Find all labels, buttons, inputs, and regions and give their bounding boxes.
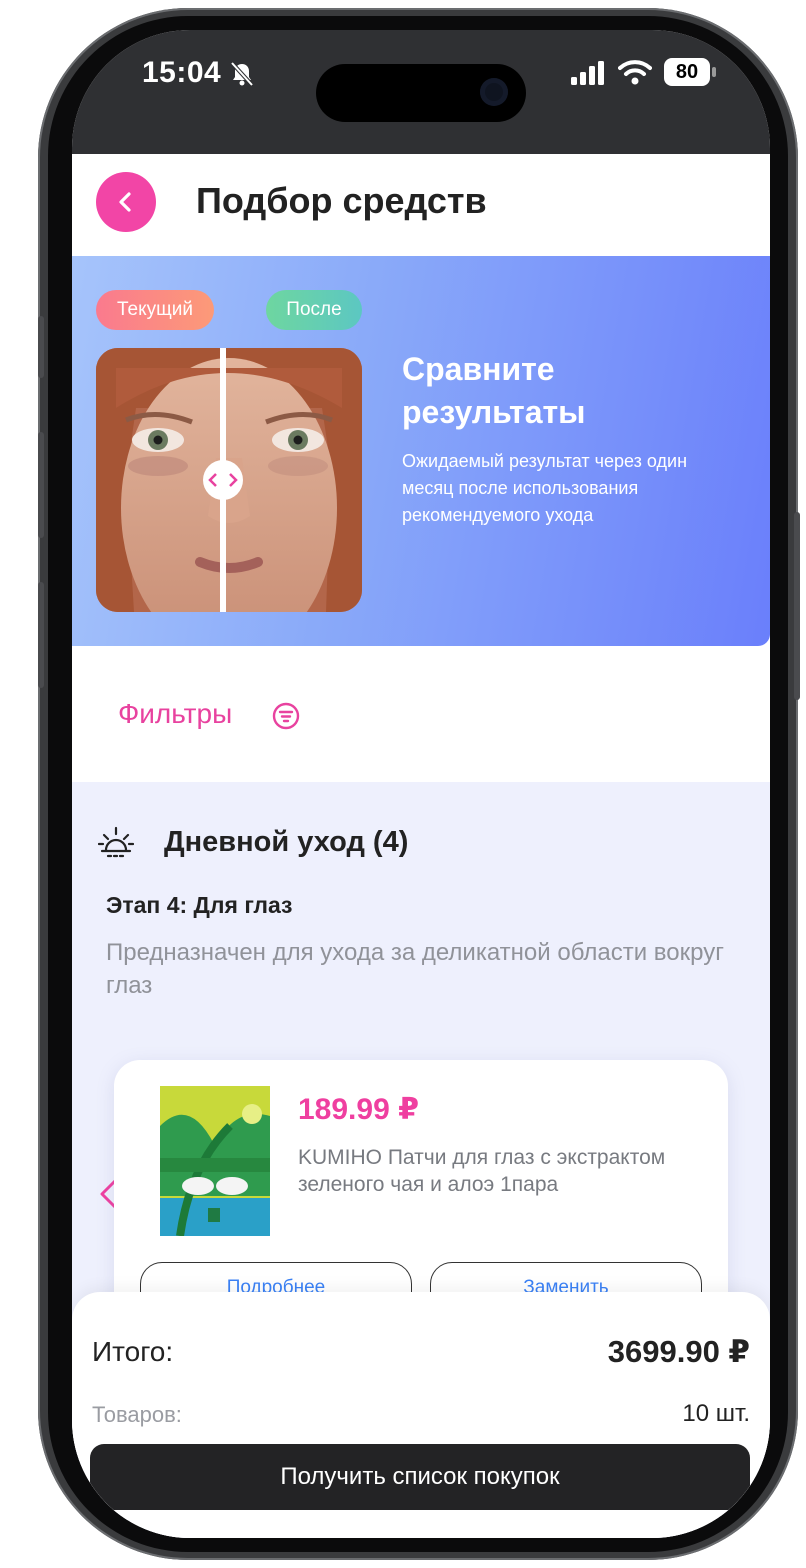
summary-sheet: Итого: 3699.90 ₽ Товаров: 10 шт. Получит…	[72, 1292, 770, 1538]
volume-up-button	[38, 432, 44, 538]
product-image	[160, 1086, 270, 1236]
bell-off-icon	[230, 61, 254, 87]
wifi-icon	[618, 60, 652, 85]
product-card[interactable]: 189.99 ₽ KUMIHO Патчи для глаз с экстрак…	[114, 1060, 728, 1324]
volume-down-button	[38, 582, 44, 688]
page-title: Подбор средств	[196, 180, 487, 221]
compare-title: Сравните результаты	[402, 351, 586, 430]
total-label: Итого:	[92, 1336, 174, 1367]
signal-icon	[571, 61, 604, 85]
power-button	[794, 512, 800, 700]
tag-after[interactable]: После	[266, 290, 362, 330]
total-value: 3699.90 ₽	[607, 1334, 750, 1369]
items-count-label: Товаров:	[92, 1402, 182, 1427]
filters-bar: Фильтры	[72, 646, 770, 782]
action-button	[38, 316, 44, 378]
compare-description: Ожидаемый результат через один месяц пос…	[402, 451, 688, 525]
back-button[interactable]	[96, 172, 156, 232]
product-name: KUMIHO Патчи для глаз с экстрактом зелен…	[298, 1146, 666, 1196]
sunrise-icon	[98, 826, 134, 858]
page-header: Подбор средств	[72, 154, 770, 256]
stage-description: Предназначен для ухода за деликатной обл…	[106, 939, 724, 999]
get-shopping-list-button[interactable]: Получить список покупок	[90, 1444, 750, 1510]
before-after-photo[interactable]	[96, 348, 362, 612]
compare-banner: Текущий После Сравните результаты Ожидае…	[72, 256, 770, 646]
camera-lens	[480, 78, 508, 106]
face-photo	[96, 348, 362, 612]
product-price: 189.99 ₽	[298, 1093, 419, 1126]
chevron-left-icon	[119, 192, 131, 212]
routine-title: Дневной уход (4)	[164, 826, 409, 858]
items-count-value: 10 шт.	[682, 1400, 750, 1427]
stage-title: Этап 4: Для глаз	[106, 892, 293, 918]
tag-current[interactable]: Текущий	[96, 290, 214, 330]
filters-button[interactable]: Фильтры	[118, 698, 232, 730]
filter-icon[interactable]	[272, 702, 300, 730]
status-bar: 15:04 80	[72, 30, 770, 154]
battery-icon: 80	[664, 58, 710, 86]
status-time: 15:04	[142, 56, 222, 89]
phone-screen: 15:04 80 Подбор средств Текущий После Ср…	[72, 30, 770, 1538]
battery-tip	[712, 67, 716, 77]
